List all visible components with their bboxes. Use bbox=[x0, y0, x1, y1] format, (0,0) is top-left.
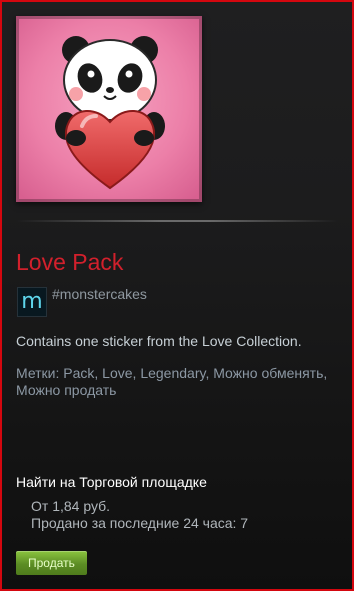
market-heading: Найти на Торговой площадке bbox=[16, 474, 207, 490]
item-description: Contains one sticker from the Love Colle… bbox=[16, 333, 302, 349]
item-tags: Метки: Pack, Love, Legendary, Можно обме… bbox=[16, 365, 328, 398]
sell-button[interactable]: Продать bbox=[16, 551, 87, 575]
market-price: От 1,84 руб. bbox=[31, 498, 111, 514]
market-sold-count: Продано за последние 24 часа: 7 bbox=[31, 515, 249, 531]
item-image bbox=[16, 16, 202, 202]
divider bbox=[16, 220, 338, 222]
item-title: Love Pack bbox=[16, 249, 124, 275]
game-icon[interactable]: m bbox=[17, 287, 47, 317]
game-name: #monstercakes bbox=[52, 286, 147, 302]
panda-heart-icon bbox=[16, 16, 202, 202]
game-icon-letter: m bbox=[21, 289, 43, 314]
item-info-panel: Love Pack m #monstercakes Contains one s… bbox=[0, 0, 354, 591]
